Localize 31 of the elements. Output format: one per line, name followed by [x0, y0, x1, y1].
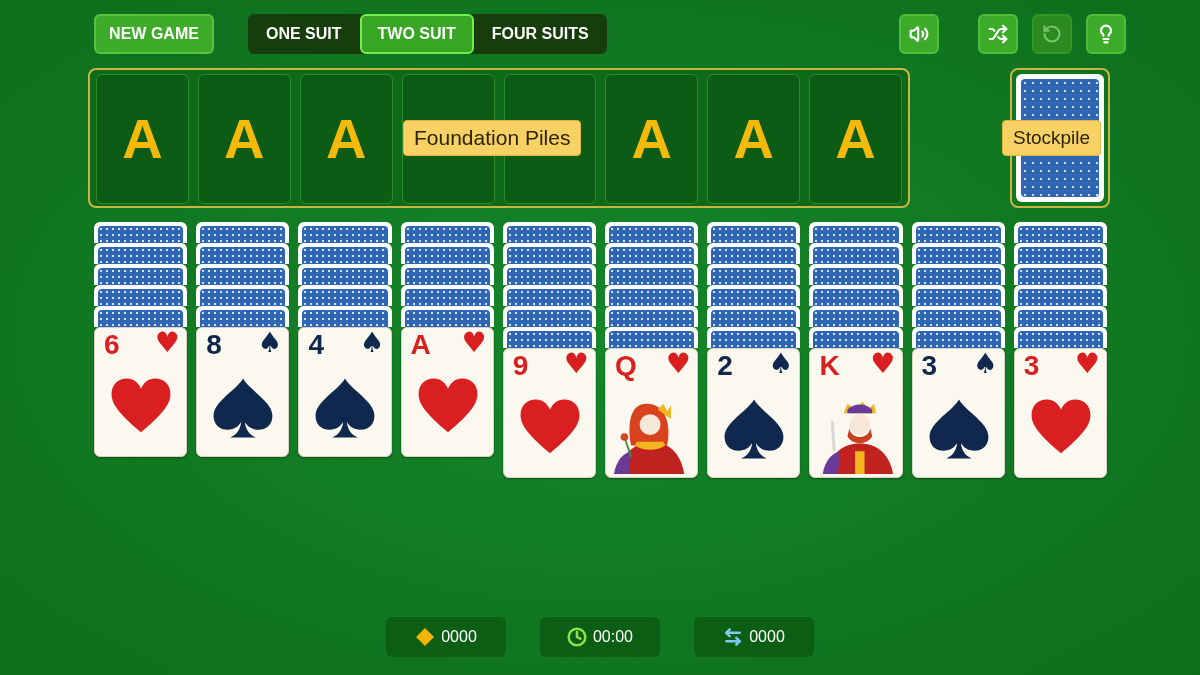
stat-value: 00:00: [592, 627, 633, 647]
card-rank: 8: [206, 331, 222, 359]
card-rank: 9: [512, 352, 529, 380]
card-rank: 3: [921, 352, 938, 380]
foundation-tooltip: Foundation Piles: [403, 120, 582, 156]
ace-placeholder: A: [733, 111, 774, 167]
suit-symbol: ♥: [563, 350, 589, 378]
ace-placeholder: A: [835, 111, 876, 167]
card-rank: K: [819, 352, 840, 380]
card-rank: Q: [615, 352, 637, 380]
card-rank: A: [410, 331, 431, 359]
stockpile-tooltip: Stockpile: [1002, 120, 1102, 156]
suit-symbol: ♠: [768, 350, 794, 378]
card-rank: 2: [717, 352, 733, 380]
ace-placeholder: A: [122, 111, 163, 167]
card-rank: 4: [308, 331, 324, 359]
card-rank: 3: [1023, 352, 1040, 380]
ace-placeholder: A: [631, 111, 673, 167]
suit-symbol: ♠: [257, 329, 283, 357]
stat-value: 0000: [441, 627, 477, 647]
suit-symbol: ♥: [1074, 350, 1100, 378]
card-rank: 6: [104, 331, 120, 359]
suit-symbol: ♥: [666, 350, 692, 378]
suit-symbol: ♥: [870, 350, 896, 378]
suit-symbol: ♠: [359, 329, 385, 357]
ace-placeholder: A: [224, 111, 265, 167]
suit-symbol: ♥: [461, 329, 487, 357]
suit-symbol: ♠: [972, 350, 998, 378]
suit-symbol: ♥: [155, 329, 181, 357]
ace-placeholder: A: [325, 111, 367, 167]
stat-value: 0000: [749, 627, 785, 647]
